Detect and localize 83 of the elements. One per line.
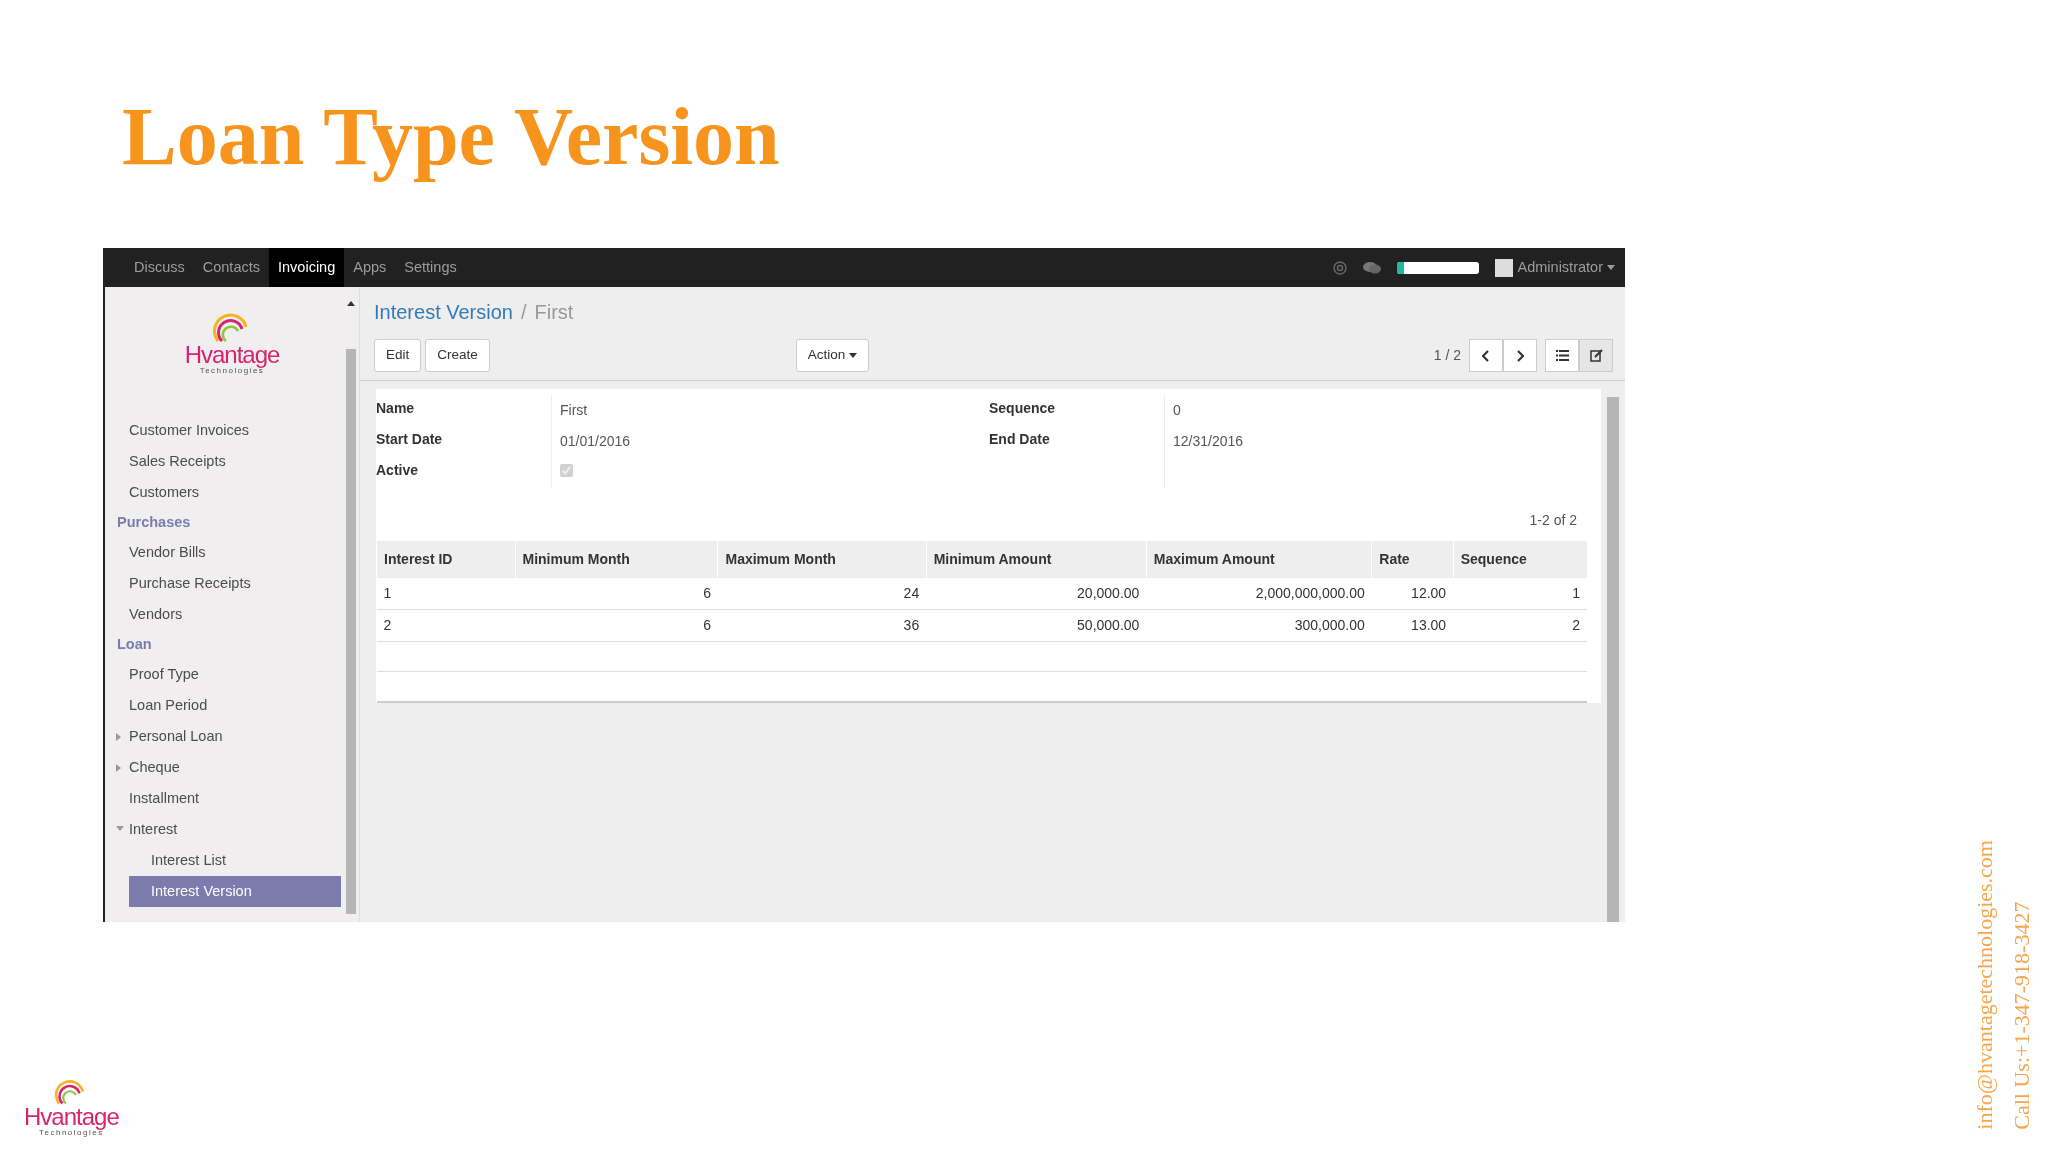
breadcrumb-separator: / [520,300,527,325]
table-cell: 24 [718,578,927,610]
sidebar-item[interactable]: Purchase Receipts [115,568,341,599]
sidebar-item[interactable]: Interest [115,814,341,845]
breadcrumb-current: First [534,300,574,325]
column-header[interactable]: Rate [1371,541,1454,578]
table-cell: 13.00 [1371,609,1454,642]
table-cell: 50,000.00 [926,609,1147,642]
table-cell: 300,000.00 [1146,609,1372,642]
table-cell: 1 [1453,578,1587,610]
table-cell: 20,000.00 [926,578,1147,610]
field-label: Start Date [376,430,444,449]
list-icon [1555,350,1569,361]
nav-item[interactable]: Contacts [193,248,269,287]
slide-title: Loan Type Version [122,92,780,183]
nav-item[interactable]: Discuss [125,248,194,287]
scroll-up-icon[interactable] [347,301,355,306]
column-header[interactable]: Maximum Month [718,541,927,578]
nav-item[interactable]: Apps [344,248,396,287]
sidebar-item[interactable]: Proof Type [115,659,341,690]
next-button[interactable] [1503,339,1537,372]
table-cell: 36 [718,609,927,642]
sidebar-item[interactable]: Interest List [129,845,341,876]
sidebar-item[interactable]: Vendor Bills [115,537,341,568]
logo-tagline: Technologies [199,367,265,375]
field-value: 01/01/2016 [560,433,631,449]
caret-right-icon[interactable] [116,733,122,741]
sidebar-item[interactable]: Customer Invoices [115,415,341,446]
chevron-left-icon [1482,349,1490,362]
sidebar-item[interactable]: Loan Period [115,690,341,721]
breadcrumb-link[interactable]: Interest Version [374,297,513,327]
section-heading: Loan [116,635,153,654]
caret-down-icon[interactable] [1607,265,1615,271]
column-header[interactable]: Sequence [1453,541,1587,578]
edit-button[interactable]: Edit [374,339,422,372]
chat-icon[interactable] [1362,260,1381,275]
table-cell: 2,000,000,000.00 [1146,578,1372,610]
nav-item[interactable]: Invoicing [269,248,345,287]
contact-text: Call Us:+1-347-918-3427 [2008,900,2035,1130]
sidebar-item[interactable]: Sales Receipts [115,446,341,477]
create-button[interactable]: Create [425,339,490,372]
list-view-button[interactable] [1545,339,1579,372]
field-label: Sequence [989,399,1057,418]
table-pager: 1-2 of 2 [1528,511,1578,530]
pager-text: 1 / 2 [1433,346,1461,365]
table-cell: 2 [376,609,515,642]
field-label: Name [376,399,416,418]
column-header[interactable]: Minimum Amount [926,541,1147,578]
sidebar-item[interactable]: Personal Loan [115,721,341,752]
section-heading: Purchases [116,513,192,532]
sidebar-item[interactable]: Customers [115,477,341,508]
action-button[interactable]: Action [795,339,870,372]
scrollbar-thumb[interactable] [1607,397,1619,922]
chevron-right-icon [1516,349,1524,362]
logo-name: Hvantage [24,1105,119,1130]
caret-right-icon[interactable] [116,764,122,772]
previous-button[interactable] [1469,339,1503,372]
user-menu[interactable]: Administrator [1494,256,1615,279]
scrollbar-thumb[interactable] [346,349,356,914]
logo-tagline: Technologies [39,1129,104,1138]
nav-item[interactable]: Settings [395,248,466,287]
field-label: End Date [989,430,1051,449]
form-view-button[interactable] [1579,339,1613,372]
sidebar-item[interactable]: Vendors [115,599,341,630]
column-header[interactable]: Interest ID [376,541,515,578]
table-cell: 6 [515,609,718,642]
table-cell: 2 [1453,609,1587,642]
column-header[interactable]: Minimum Month [515,541,718,578]
table-cell: 6 [515,578,718,610]
field-value: First [560,402,588,418]
column-header[interactable]: Maximum Amount [1146,541,1372,578]
logo-name: Hvantage [184,343,280,367]
caret-down-icon [849,353,858,358]
sidebar-item[interactable]: Interest Version [129,876,341,907]
sidebar-item[interactable]: Installment [115,783,341,814]
field-value: 12/31/2016 [1173,433,1244,449]
contact-text: info@hvantagetechnologies.com [1971,840,1998,1130]
field-value: 0 [1173,402,1181,418]
field-label: Active [376,461,420,480]
edit-icon [1589,349,1603,362]
table-cell: 1 [376,578,515,610]
sidebar-item[interactable]: Cheque [115,752,341,783]
table-cell: 12.00 [1371,578,1454,610]
